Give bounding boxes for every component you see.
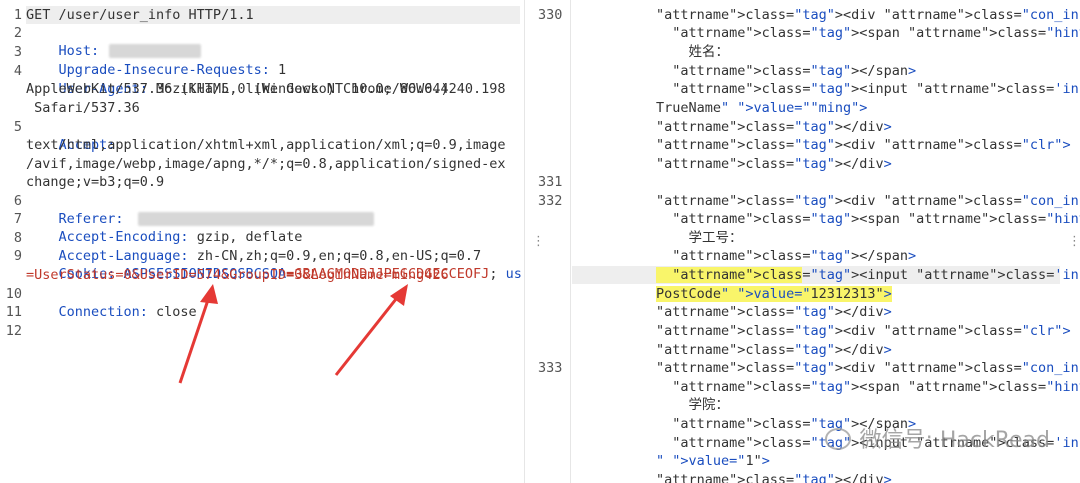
request-pane[interactable]: 1 GET /user/user_info HTTP/1.1 2 Host: 3… xyxy=(0,0,522,483)
header-continuation: change;v=b3;q=0.9 xyxy=(26,174,165,190)
line-number: 9 xyxy=(13,248,22,264)
pane-divider[interactable] xyxy=(524,0,525,483)
header-key: Connection: xyxy=(58,304,148,320)
code-line: "attrname">class="tag"><span "attrname">… xyxy=(672,211,1080,227)
code-line: "attrname">class="tag"></div> xyxy=(656,304,892,320)
request-line[interactable]: GET /user/user_info HTTP/1.1 xyxy=(26,6,254,24)
code-line: "attrname">class="tag"><div "attrname">c… xyxy=(656,7,1080,23)
red-arrow-icon xyxy=(334,284,408,376)
code-line: 姓名： xyxy=(656,44,730,60)
code-line: "attrname">class="tag"></div> xyxy=(656,156,892,172)
header-continuation: Safari/537.36 xyxy=(26,100,140,116)
response-pane[interactable]: 330 331 332 333 "attrname">class="tag"><… xyxy=(530,0,1080,483)
header-accept-encoding[interactable]: Accept-Encoding: gzip, deflate xyxy=(26,210,303,245)
header-referer[interactable]: Referer: xyxy=(26,192,374,227)
line-number: 333 xyxy=(538,360,563,376)
code-line: "attrname">class="tag"><input "attrname"… xyxy=(672,81,1080,97)
code-line: "attrname">class="tag"><span "attrname">… xyxy=(672,379,1080,395)
line-number: 7 xyxy=(13,211,22,227)
code-line: "attrname">class="tag"></span> xyxy=(672,63,917,79)
header-accept-language[interactable]: Accept-Language: zh-CN,zh;q=0.9,en;q=0.8… xyxy=(26,229,482,264)
line-number: 6 xyxy=(13,193,22,209)
code-line: "attrname">class="tag"></div> xyxy=(656,119,892,135)
line-number: 12 xyxy=(5,323,22,339)
header-accept[interactable]: Accept: xyxy=(26,118,116,153)
code-line: "attrname">class="tag"><div "attrname">c… xyxy=(656,193,1080,209)
code-line: 学工号： xyxy=(656,230,743,246)
line-number: 5 xyxy=(13,119,22,135)
cookie-name: user xyxy=(505,266,522,282)
line-number: 332 xyxy=(538,193,563,209)
vertical-dots-icon[interactable]: ⋮ xyxy=(1068,234,1080,249)
code-line: " ">value="1"> xyxy=(656,453,770,469)
line-number: 331 xyxy=(538,174,563,190)
header-cookie[interactable]: Cookie: ASPSESSIONIDSQSBCSQA=GBAAGMODDJJ… xyxy=(26,247,522,282)
line-number: 4 xyxy=(13,63,22,79)
code-line: "attrname">class="tag"></span> xyxy=(672,248,917,264)
cookie-separator: ; xyxy=(489,266,506,282)
watermark: 微信号: HackRead xyxy=(825,422,1050,454)
header-upgrade[interactable]: Upgrade-Insecure-Requests: 1 xyxy=(26,43,287,78)
line-number: 11 xyxy=(5,304,22,320)
header-continuation: /avif,image/webp,image/apng,*/*;q=0.8,ap… xyxy=(26,156,506,172)
code-line: 学院： xyxy=(656,397,730,413)
line-number: 3 xyxy=(13,44,22,60)
line-number: 1 xyxy=(13,7,22,23)
code-line: PostCode" ">value="12312313"> xyxy=(656,286,892,302)
code-line: "attrname">class="tag"><input "attrname"… xyxy=(656,266,1080,284)
header-host[interactable]: Host: xyxy=(26,24,202,59)
header-user-agent[interactable]: User-Agent: Mozilla/5.0 (Windows NT 10.0… xyxy=(26,62,449,97)
code-line: "attrname">class="tag"><span "attrname">… xyxy=(672,25,1080,41)
header-continuation: AppleWebKit/537.36 (KHTML, like Gecko) C… xyxy=(26,81,506,97)
code-line: "attrname">class="tag"></div> xyxy=(656,472,892,483)
line-number: 330 xyxy=(538,7,563,23)
red-arrow-icon xyxy=(178,284,218,384)
wechat-icon xyxy=(825,428,852,450)
line-number: 2 xyxy=(13,25,22,41)
code-line: "attrname">class="tag"><div "attrname">c… xyxy=(656,360,1080,376)
line-number: 10 xyxy=(5,286,22,302)
header-continuation: text/html,application/xhtml+xml,applicat… xyxy=(26,137,506,153)
watermark-text: 微信号: HackRead xyxy=(859,428,1050,453)
line-number: 8 xyxy=(13,230,22,246)
code-line: "attrname">class="tag"></div> xyxy=(656,342,892,358)
code-line: "attrname">class="tag"><div "attrname">c… xyxy=(656,323,1071,339)
code-line: "attrname">class="tag"><div "attrname">c… xyxy=(656,137,1071,153)
code-line: TrueName" ">value=""ming"> xyxy=(656,100,868,116)
